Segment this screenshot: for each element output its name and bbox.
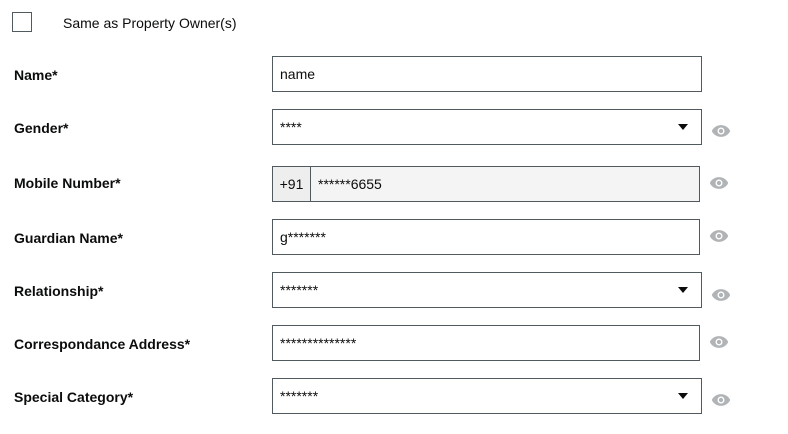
eye-icon[interactable] [709, 176, 729, 190]
address-label: Correspondance Address* [14, 336, 191, 352]
guardian-value: g******* [280, 229, 326, 245]
name-field[interactable]: name [272, 56, 702, 92]
eye-icon[interactable] [711, 124, 731, 138]
same-as-owner-checkbox[interactable] [12, 12, 32, 32]
chevron-down-icon [678, 393, 688, 399]
chevron-down-icon [678, 287, 688, 293]
special-category-value: ******* [280, 388, 319, 404]
name-value: name [280, 66, 316, 82]
gender-select[interactable]: **** [272, 109, 702, 145]
address-value: ************** [280, 335, 357, 351]
eye-icon[interactable] [711, 288, 731, 302]
special-category-select[interactable]: ******* [272, 378, 702, 414]
mobile-value: ******6655 [318, 176, 382, 192]
gender-label: Gender* [14, 120, 69, 136]
special-category-label: Special Category* [14, 389, 134, 405]
relationship-value: ******* [280, 282, 319, 298]
name-label: Name* [14, 67, 58, 83]
guardian-label: Guardian Name* [14, 230, 123, 246]
guardian-field[interactable]: g******* [272, 219, 700, 255]
eye-icon[interactable] [709, 335, 729, 349]
mobile-field[interactable]: +91 ******6655 [272, 166, 700, 202]
address-field[interactable]: ************** [272, 325, 700, 361]
relationship-select[interactable]: ******* [272, 272, 702, 308]
eye-icon[interactable] [709, 229, 729, 243]
eye-icon[interactable] [711, 393, 731, 407]
country-code-prefix: +91 [273, 167, 311, 201]
same-as-owner-label: Same as Property Owner(s) [63, 15, 237, 31]
relationship-label: Relationship* [14, 283, 104, 299]
mobile-label: Mobile Number* [14, 175, 121, 191]
gender-value: **** [280, 119, 302, 135]
chevron-down-icon [678, 124, 688, 130]
